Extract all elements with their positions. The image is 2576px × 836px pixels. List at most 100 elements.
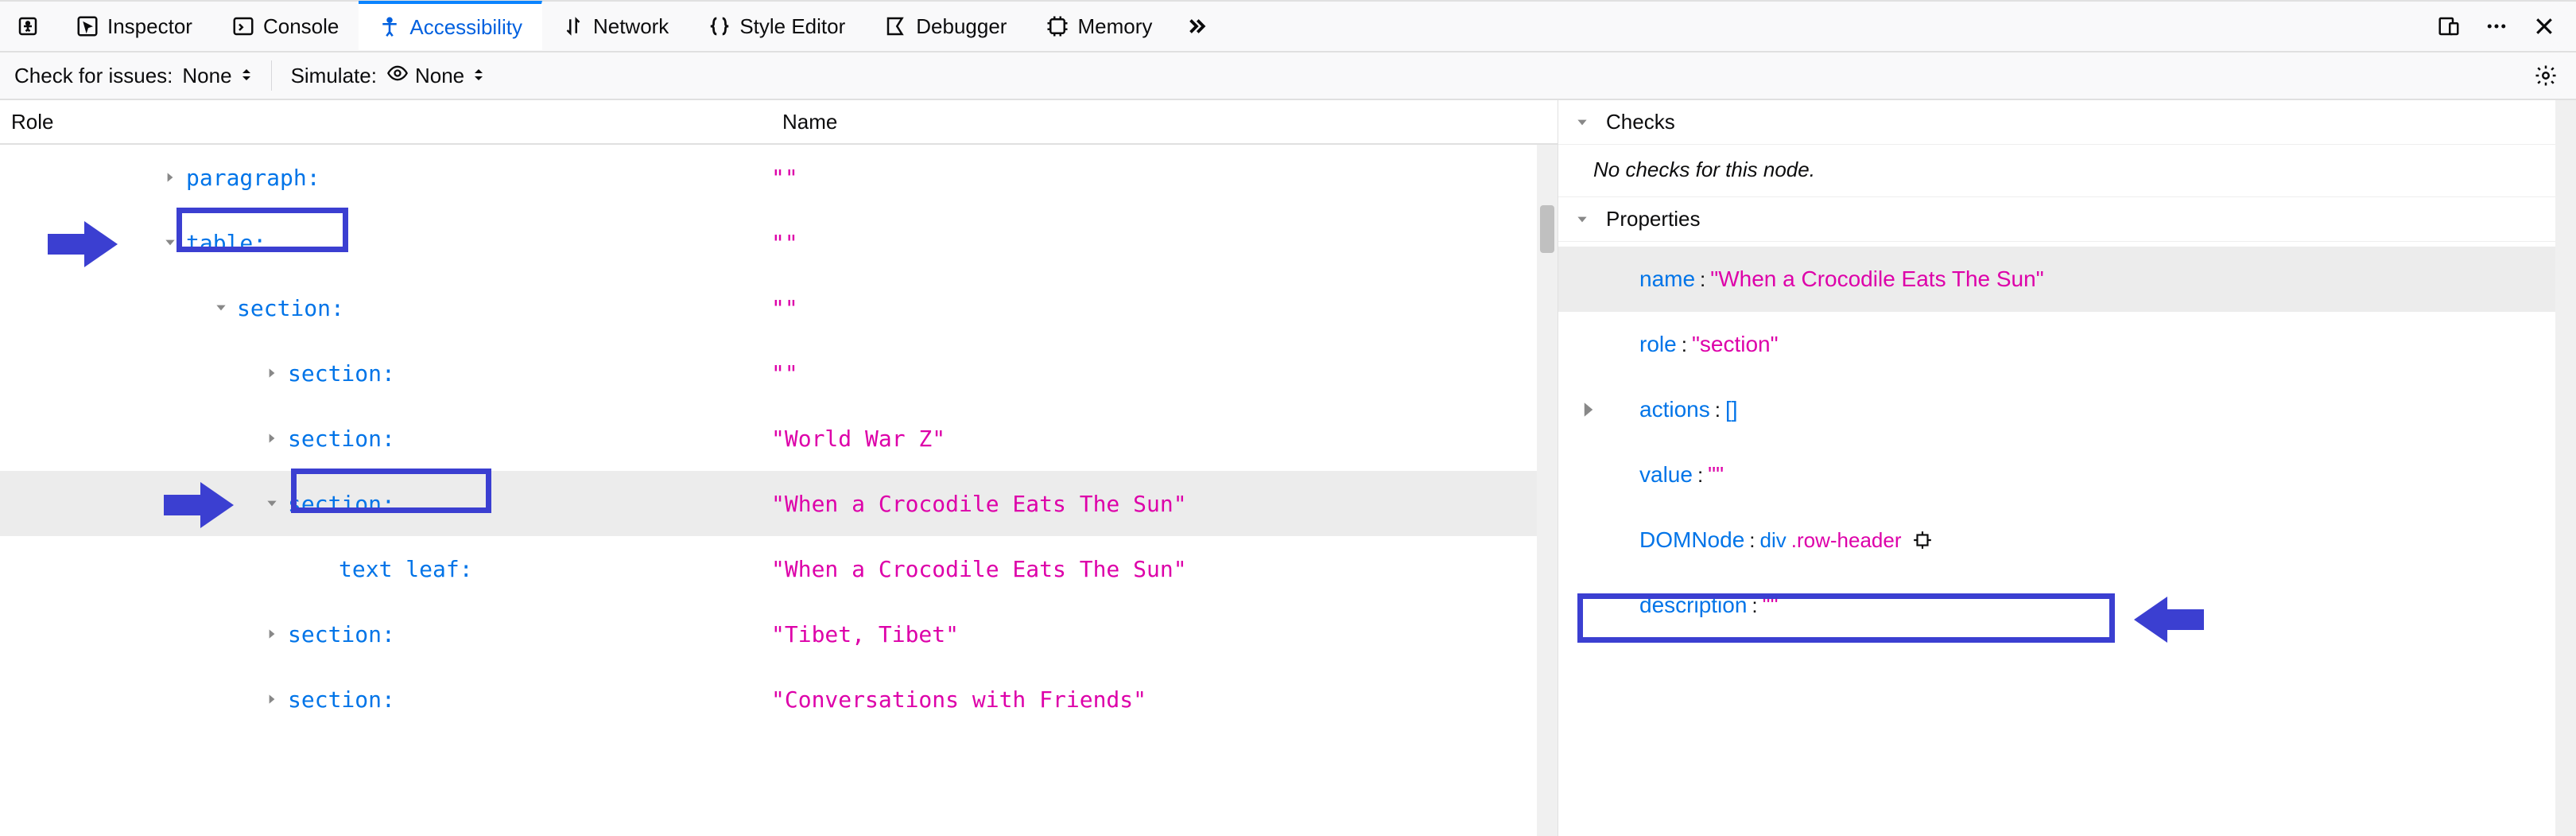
check-issues-label: Check for issues: [14, 64, 173, 88]
target-icon[interactable] [1912, 530, 1933, 550]
name-cell: "" [771, 165, 1558, 191]
tab-label: Accessibility [409, 15, 522, 40]
properties-section-header[interactable]: Properties [1558, 197, 2576, 242]
tree-row[interactable]: section:"" [0, 275, 1558, 340]
accessibility-toolbar: Check for issues: None Simulate: None [0, 52, 2576, 100]
scrollbar[interactable] [2555, 100, 2576, 836]
toolbar-separator [271, 60, 272, 91]
close-icon[interactable] [2531, 14, 2557, 39]
role-text: section: [288, 491, 395, 517]
properties-title: Properties [1606, 207, 1701, 231]
twisty-right-icon[interactable] [1577, 399, 1600, 421]
property-value: [] [1725, 397, 1738, 422]
check-issues-dropdown[interactable]: None [182, 64, 251, 88]
tabs-right-controls [2436, 14, 2576, 39]
tab-label: Inspector [107, 14, 192, 39]
twisty-down-icon[interactable] [210, 297, 232, 319]
simulate-dropdown[interactable]: None [386, 62, 484, 90]
inspector-icon [76, 14, 99, 38]
tab-network[interactable]: Network [542, 2, 689, 51]
sort-caret-icon [241, 64, 252, 88]
annotation-arrow [2131, 597, 2204, 643]
property-value: "section" [1692, 332, 1779, 357]
tab-label: Style Editor [739, 14, 845, 39]
tree-row[interactable]: paragraph:"" [0, 145, 1558, 210]
tab-accessibility[interactable]: Accessibility [359, 1, 542, 50]
accessibility-icon [378, 15, 402, 39]
twisty-right-icon[interactable] [261, 688, 283, 710]
role-cell: section: [0, 686, 771, 713]
scrollbar-thumb[interactable] [1540, 205, 1554, 253]
twisty-right-icon[interactable] [159, 166, 181, 189]
twisty-right-icon[interactable] [261, 427, 283, 449]
property-value: "" [1708, 462, 1724, 488]
gear-icon[interactable] [2533, 63, 2559, 88]
name-cell: "When a Crocodile Eats The Sun" [771, 491, 1558, 517]
role-text: section: [288, 686, 395, 713]
devtools-tabs-bar: Inspector Console Accessibility Network … [0, 0, 2576, 52]
a11y-picker-icon [16, 14, 40, 38]
kebab-menu-icon[interactable] [2484, 14, 2509, 39]
column-header-role[interactable]: Role [0, 100, 771, 143]
colon: : [1697, 463, 1703, 488]
role-cell: section: [0, 360, 771, 387]
colon: : [1715, 398, 1721, 422]
tab-memory[interactable]: Memory [1026, 2, 1172, 51]
property-row-actions[interactable]: actions: [] [1558, 377, 2576, 442]
name-cell: "When a Crocodile Eats The Sun" [771, 556, 1558, 582]
accessibility-picker-button[interactable] [0, 2, 56, 51]
checks-section-header[interactable]: Checks [1558, 100, 2576, 145]
role-text: section: [288, 426, 395, 452]
twisty-none [312, 558, 334, 580]
tab-inspector[interactable]: Inspector [56, 2, 212, 51]
role-cell: text leaf: [0, 556, 771, 582]
role-text: section: [237, 295, 344, 321]
role-cell: section: [0, 491, 771, 517]
checks-body: No checks for this node. [1558, 145, 2576, 197]
role-cell: section: [0, 426, 771, 452]
tree-row[interactable]: section: "World War Z" [0, 406, 1558, 471]
role-text: table: [186, 230, 266, 256]
colon: : [1700, 267, 1705, 292]
tab-debugger[interactable]: Debugger [865, 2, 1026, 51]
role-cell: paragraph: [0, 165, 771, 191]
tabs-overflow-button[interactable] [1172, 2, 1222, 51]
tab-style-editor[interactable]: Style Editor [689, 2, 865, 51]
twisty-down-icon[interactable] [261, 492, 283, 515]
tree-row[interactable]: section:"" [0, 340, 1558, 406]
annotation-arrow [48, 221, 121, 267]
tree-row[interactable]: section:"Tibet, Tibet" [0, 601, 1558, 667]
twisty-down-icon[interactable] [159, 231, 181, 254]
tree-row[interactable]: text leaf:"When a Crocodile Eats The Sun… [0, 536, 1558, 601]
property-row-role[interactable]: role: "section" [1558, 312, 2576, 377]
column-header-name[interactable]: Name [771, 100, 1558, 143]
tree-row[interactable]: section: "Conversations with Friends" [0, 667, 1558, 732]
main-panels: Role Name paragraph:""table:""section:""… [0, 100, 2576, 836]
colon: : [1682, 332, 1687, 357]
property-key: DOMNode [1639, 527, 1744, 553]
role-cell: section: [0, 295, 771, 321]
style-editor-icon [708, 14, 731, 38]
property-row-domnode[interactable]: DOMNode: div.row-header [1558, 507, 2576, 573]
twisty-right-icon[interactable] [261, 362, 283, 384]
responsive-design-icon[interactable] [2436, 14, 2462, 39]
property-row-name[interactable]: name: "When a Crocodile Eats The Sun" [1558, 247, 2576, 312]
memory-icon [1046, 14, 1069, 38]
twisty-right-icon[interactable] [261, 623, 283, 645]
chevron-double-right-icon [1185, 14, 1208, 38]
colon: : [1749, 528, 1755, 553]
property-key: value [1639, 462, 1693, 488]
property-row-description[interactable]: description: "" [1558, 573, 2576, 638]
check-issues-value: None [182, 64, 231, 88]
name-cell: "World War Z" [771, 426, 1558, 452]
tab-console[interactable]: Console [212, 2, 359, 51]
property-value: "" [1763, 593, 1779, 618]
annotation-arrow [164, 482, 237, 528]
tree-row[interactable]: table: "" [0, 210, 1558, 275]
name-cell: "" [771, 230, 1558, 256]
scrollbar[interactable] [1537, 145, 1558, 836]
property-key: actions [1639, 397, 1710, 422]
name-cell: "Conversations with Friends" [771, 686, 1558, 713]
domnode-value[interactable]: div.row-header [1760, 528, 1934, 553]
property-row-value[interactable]: value: "" [1558, 442, 2576, 507]
